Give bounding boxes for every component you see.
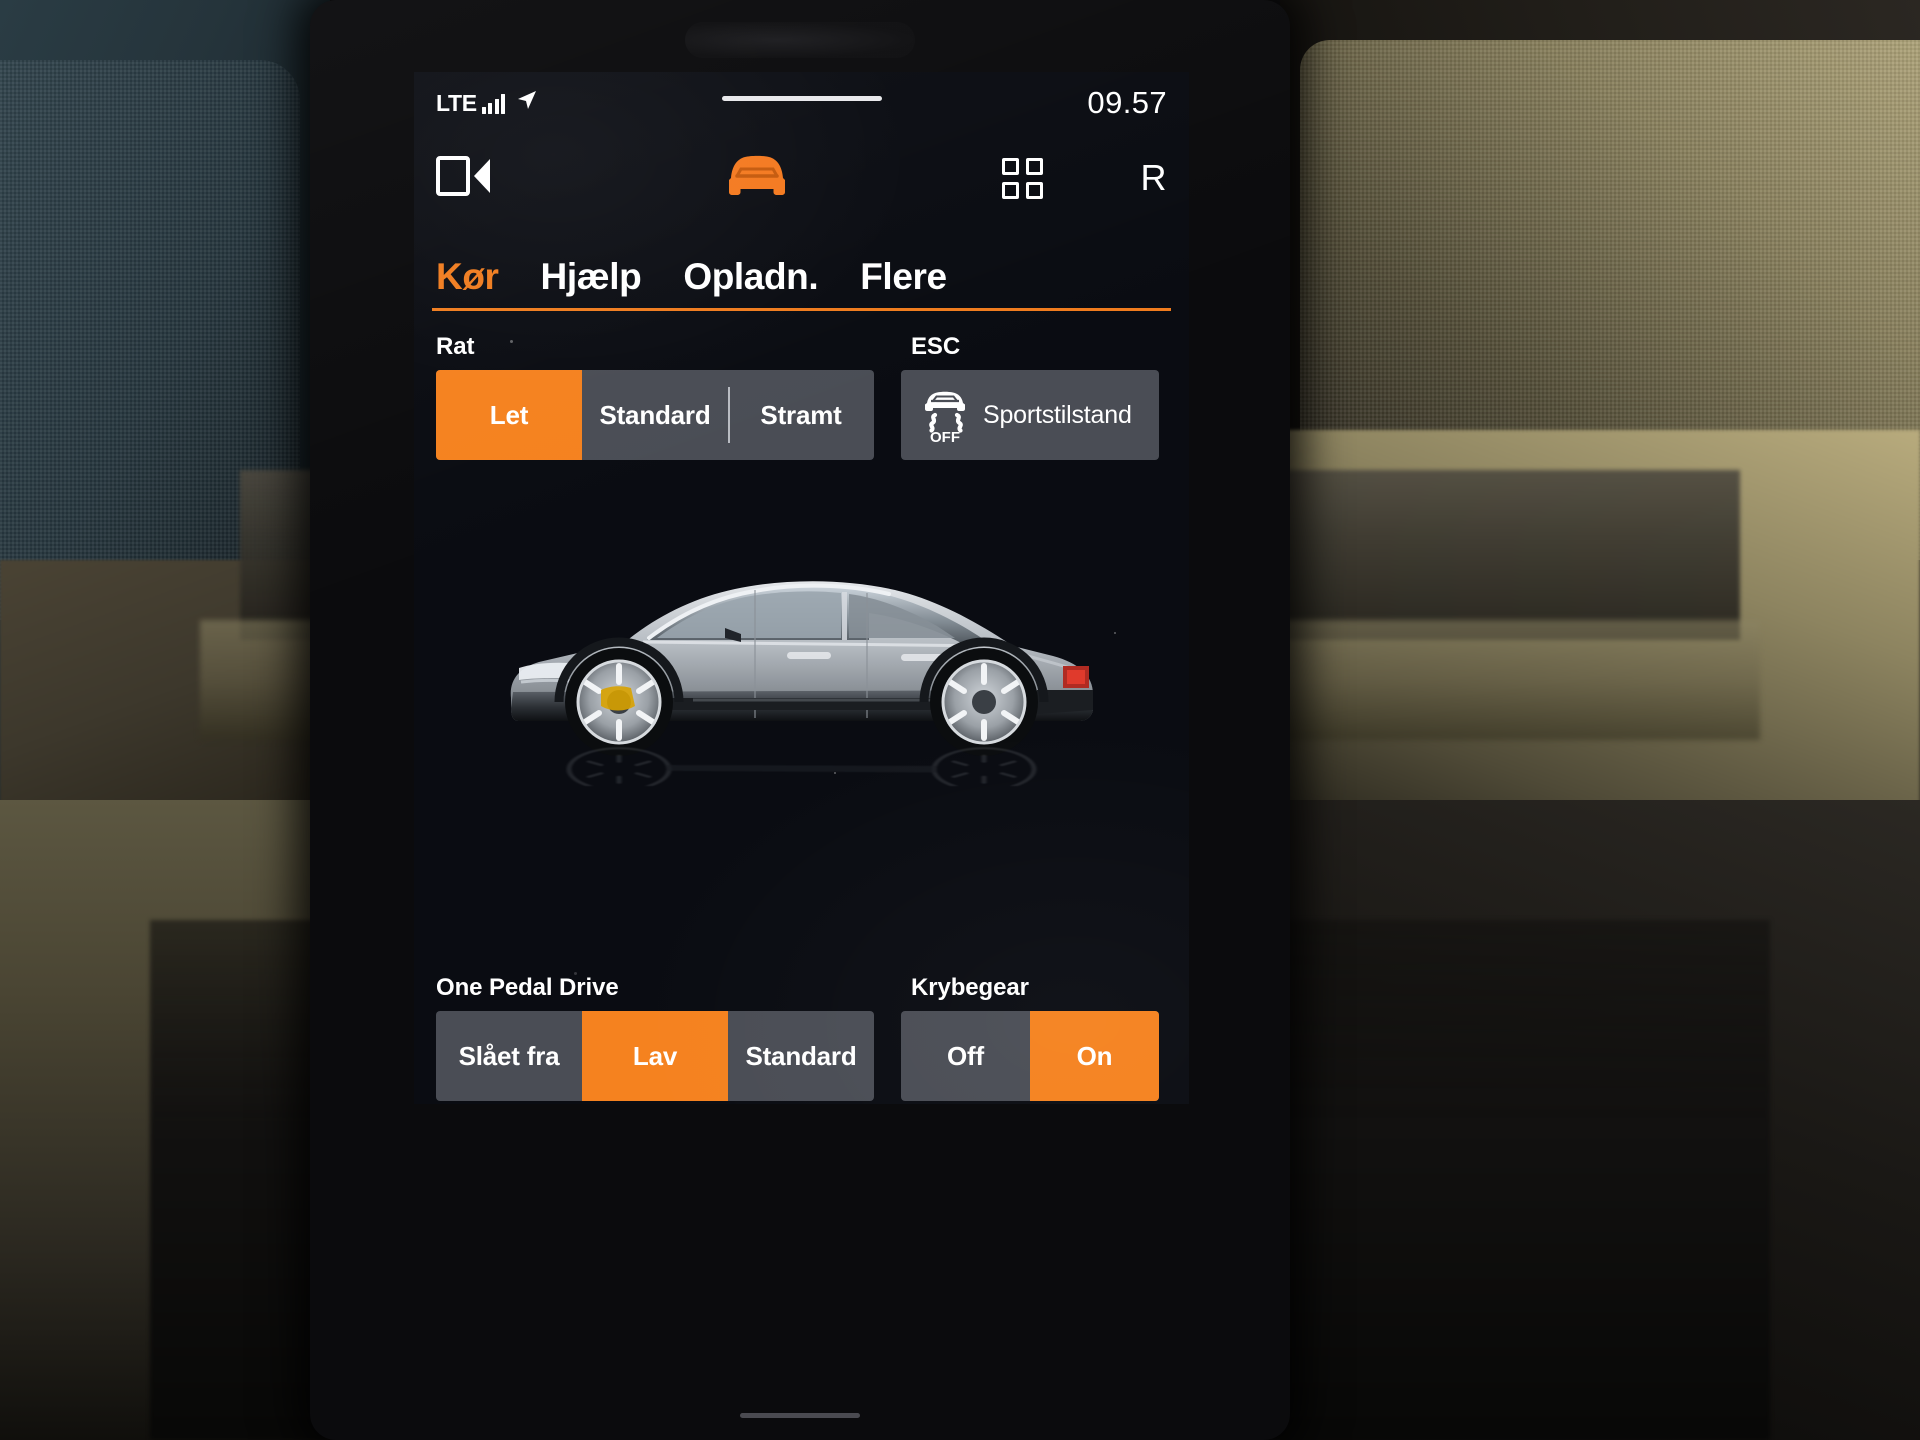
status-bar: LTE 09.57 — [414, 72, 1189, 134]
camera-view-button[interactable] — [436, 155, 566, 202]
bottom-section-labels: One Pedal Drive Krybegear — [436, 974, 1167, 1002]
esc-sport-mode-label: Sportstilstand — [983, 400, 1132, 429]
krybegear-option-off[interactable]: Off — [901, 1011, 1030, 1101]
steering-segmented-control: Let Standard Stramt — [436, 370, 874, 460]
opd-option-slaet-fra[interactable]: Slået fra — [436, 1011, 582, 1101]
tab-kor[interactable]: Kør — [436, 256, 499, 308]
one-pedal-drive-label: One Pedal Drive — [436, 974, 619, 1001]
drive-settings-content: Rat ESC Let Standard Stramt OFF Sportsti… — [414, 333, 1189, 1101]
car-front-icon — [721, 152, 793, 205]
steering-section-label: Rat — [436, 333, 475, 360]
esc-off-icon: OFF — [919, 386, 971, 446]
apps-grid-icon — [1001, 157, 1043, 199]
status-network: LTE — [436, 88, 539, 118]
esc-section-label: ESC — [911, 333, 961, 360]
opd-option-standard[interactable]: Standard — [728, 1011, 874, 1101]
vehicle-illustration-stage — [436, 486, 1167, 956]
krybegear-label: Krybegear — [911, 974, 1029, 1001]
opd-option-lav[interactable]: Lav — [582, 1011, 728, 1101]
drag-handle[interactable] — [721, 96, 882, 101]
apps-grid-button[interactable] — [947, 157, 1097, 199]
home-indicator[interactable] — [740, 1413, 860, 1418]
krybegear-segmented-control: Off On — [901, 1011, 1159, 1101]
location-arrow-icon — [515, 88, 539, 118]
esc-off-caption: OFF — [930, 429, 960, 444]
photo-scene: LTE 09.57 R Kør Hjælp Opladn. Flere Rat … — [0, 0, 1920, 1440]
esc-sport-mode-button[interactable]: OFF Sportstilstand — [901, 370, 1159, 460]
infotainment-screen: LTE 09.57 R Kør Hjælp Opladn. Flere Rat … — [414, 72, 1189, 1104]
clock: 09.57 — [1087, 85, 1167, 120]
tab-opladning[interactable]: Opladn. — [683, 256, 818, 308]
top-icon-row: R — [414, 134, 1189, 222]
car-status-button[interactable] — [566, 152, 947, 205]
top-controls-row: Let Standard Stramt OFF Sportstilstand — [436, 370, 1167, 460]
tab-bar: Kør Hjælp Opladn. Flere — [414, 222, 1189, 308]
signal-bars-icon — [481, 93, 506, 114]
network-label: LTE — [436, 89, 477, 116]
top-section-labels: Rat ESC — [436, 333, 1167, 361]
gear-indicator: R — [1140, 157, 1167, 198]
steering-option-let[interactable]: Let — [436, 370, 582, 460]
one-pedal-drive-segmented-control: Slået fra Lav Standard — [436, 1011, 874, 1101]
tab-underline — [432, 308, 1171, 311]
vehicle-reflection — [497, 725, 1107, 792]
steering-option-standard[interactable]: Standard — [582, 370, 728, 460]
krybegear-option-on[interactable]: On — [1030, 1011, 1159, 1101]
tab-hjaelp[interactable]: Hjælp — [541, 256, 642, 308]
camera-view-icon — [436, 155, 494, 202]
bottom-controls-row: Slået fra Lav Standard Off On — [436, 1011, 1167, 1101]
infotainment-bezel: LTE 09.57 R Kør Hjælp Opladn. Flere Rat … — [310, 0, 1290, 1440]
steering-option-stramt[interactable]: Stramt — [728, 370, 874, 460]
camera-notch — [685, 22, 915, 58]
tab-flere[interactable]: Flere — [860, 256, 947, 308]
